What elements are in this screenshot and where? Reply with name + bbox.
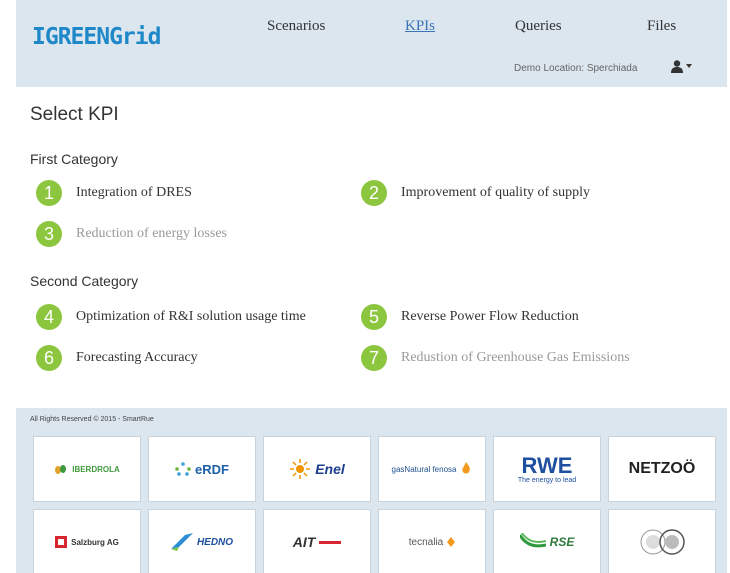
copyright-text: All Rights Reserved © 2015 - SmartRue (30, 416, 154, 423)
kpi-1[interactable]: 1 Integration of DRES (36, 180, 192, 206)
top-header: IGREENGrid Scenarios KPIs Queries Files … (16, 0, 727, 87)
user-menu-button[interactable] (670, 58, 696, 74)
partner-name: Enel (315, 461, 345, 477)
page-title: Select KPI (30, 104, 119, 125)
logo-text: IGREENGrid (32, 24, 161, 50)
partner-logo-tecnalia[interactable]: tecnalia (378, 509, 486, 573)
partner-logo-enel[interactable]: Enel (263, 436, 371, 502)
partner-name: RWE (521, 452, 573, 478)
partner-name: AIT (292, 534, 316, 550)
partner-name: NETZOÖ (628, 460, 696, 477)
kpi-number-badge: 2 (361, 180, 387, 206)
caret-down-icon (686, 64, 692, 68)
partner-name: tecnalia (408, 536, 444, 548)
partner-logo-hedno[interactable]: HEDNO (148, 509, 256, 573)
erdf-star-icon (175, 462, 191, 476)
nav-kpis[interactable]: KPIs (405, 18, 435, 35)
partner-logo-iberdrola[interactable]: IBERDROLA (33, 436, 141, 502)
partner-name: IBERDROLA (72, 464, 120, 474)
nav-files[interactable]: Files (647, 18, 676, 35)
enel-sun-icon (290, 459, 311, 479)
partner-logo-erdf[interactable]: eRDF (148, 436, 256, 502)
partner-name: eRDF (195, 461, 229, 477)
partner-logo-ait[interactable]: AIT (263, 509, 371, 573)
partner-logo-salzburg[interactable]: Salzburg AG (33, 509, 141, 573)
kpi-label: Reverse Power Flow Reduction (401, 309, 579, 324)
kpi-label: Optimization of R&I solution usage time (76, 309, 306, 324)
nav-queries[interactable]: Queries (515, 18, 562, 35)
kpi-number-badge: 1 (36, 180, 62, 206)
kpi-3[interactable]: 3 Reduction of energy losses (36, 221, 227, 247)
kpi-6[interactable]: 6 Forecasting Accuracy (36, 345, 198, 371)
partner-name: gasNatural fenosa (391, 464, 457, 474)
university-seal-icon (640, 529, 685, 555)
kpi-number-badge: 3 (36, 221, 62, 247)
kpi-label: Reduction of energy losses (76, 226, 227, 241)
partner-logo-gasnatural[interactable]: gasNatural fenosa (378, 436, 486, 502)
category-title-first: First Category (30, 151, 118, 167)
partner-name: HEDNO (196, 536, 234, 548)
igreengrid-logo[interactable]: IGREENGrid (32, 22, 180, 52)
kpi-label: Redustion of Greenhouse Gas Emissions (401, 350, 630, 365)
kpi-number-badge: 7 (361, 345, 387, 371)
partner-logo-netzoo[interactable]: NETZOÖ (608, 436, 716, 502)
demo-location: Demo Location: Sperchiada (514, 63, 638, 74)
salzburg-mark-icon (55, 536, 68, 548)
partner-name: RSE (549, 535, 575, 549)
rse-wave-icon (519, 533, 546, 548)
kpi-label: Integration of DRES (76, 185, 192, 200)
partner-logo-rwe[interactable]: RWE The energy to lead (493, 436, 601, 502)
iberdrola-leaf-icon (55, 465, 67, 474)
kpi-label: Improvement of quality of supply (401, 185, 590, 200)
user-icon (671, 60, 683, 73)
kpi-5[interactable]: 5 Reverse Power Flow Reduction (361, 304, 579, 330)
partner-tagline: The energy to lead (517, 476, 577, 484)
partner-name: Salzburg AG (71, 537, 119, 547)
hedno-swoosh-icon (170, 533, 193, 551)
partner-logo-rse[interactable]: RSE (493, 509, 601, 573)
kpi-7[interactable]: 7 Redustion of Greenhouse Gas Emissions (361, 345, 630, 371)
kpi-number-badge: 5 (361, 304, 387, 330)
ait-bar-icon (319, 540, 342, 544)
partner-logo-university[interactable] (608, 509, 716, 573)
kpi-label: Forecasting Accuracy (76, 350, 198, 365)
category-title-second: Second Category (30, 273, 139, 289)
footer: All Rights Reserved © 2015 - SmartRue IB… (16, 408, 727, 573)
kpi-number-badge: 6 (36, 345, 62, 371)
kpi-4[interactable]: 4 Optimization of R&I solution usage tim… (36, 304, 306, 330)
kpi-2[interactable]: 2 Improvement of quality of supply (361, 180, 590, 206)
tecnalia-mark-icon (447, 537, 456, 547)
kpi-number-badge: 4 (36, 304, 62, 330)
flame-icon (462, 462, 471, 474)
nav-scenarios[interactable]: Scenarios (267, 18, 325, 35)
